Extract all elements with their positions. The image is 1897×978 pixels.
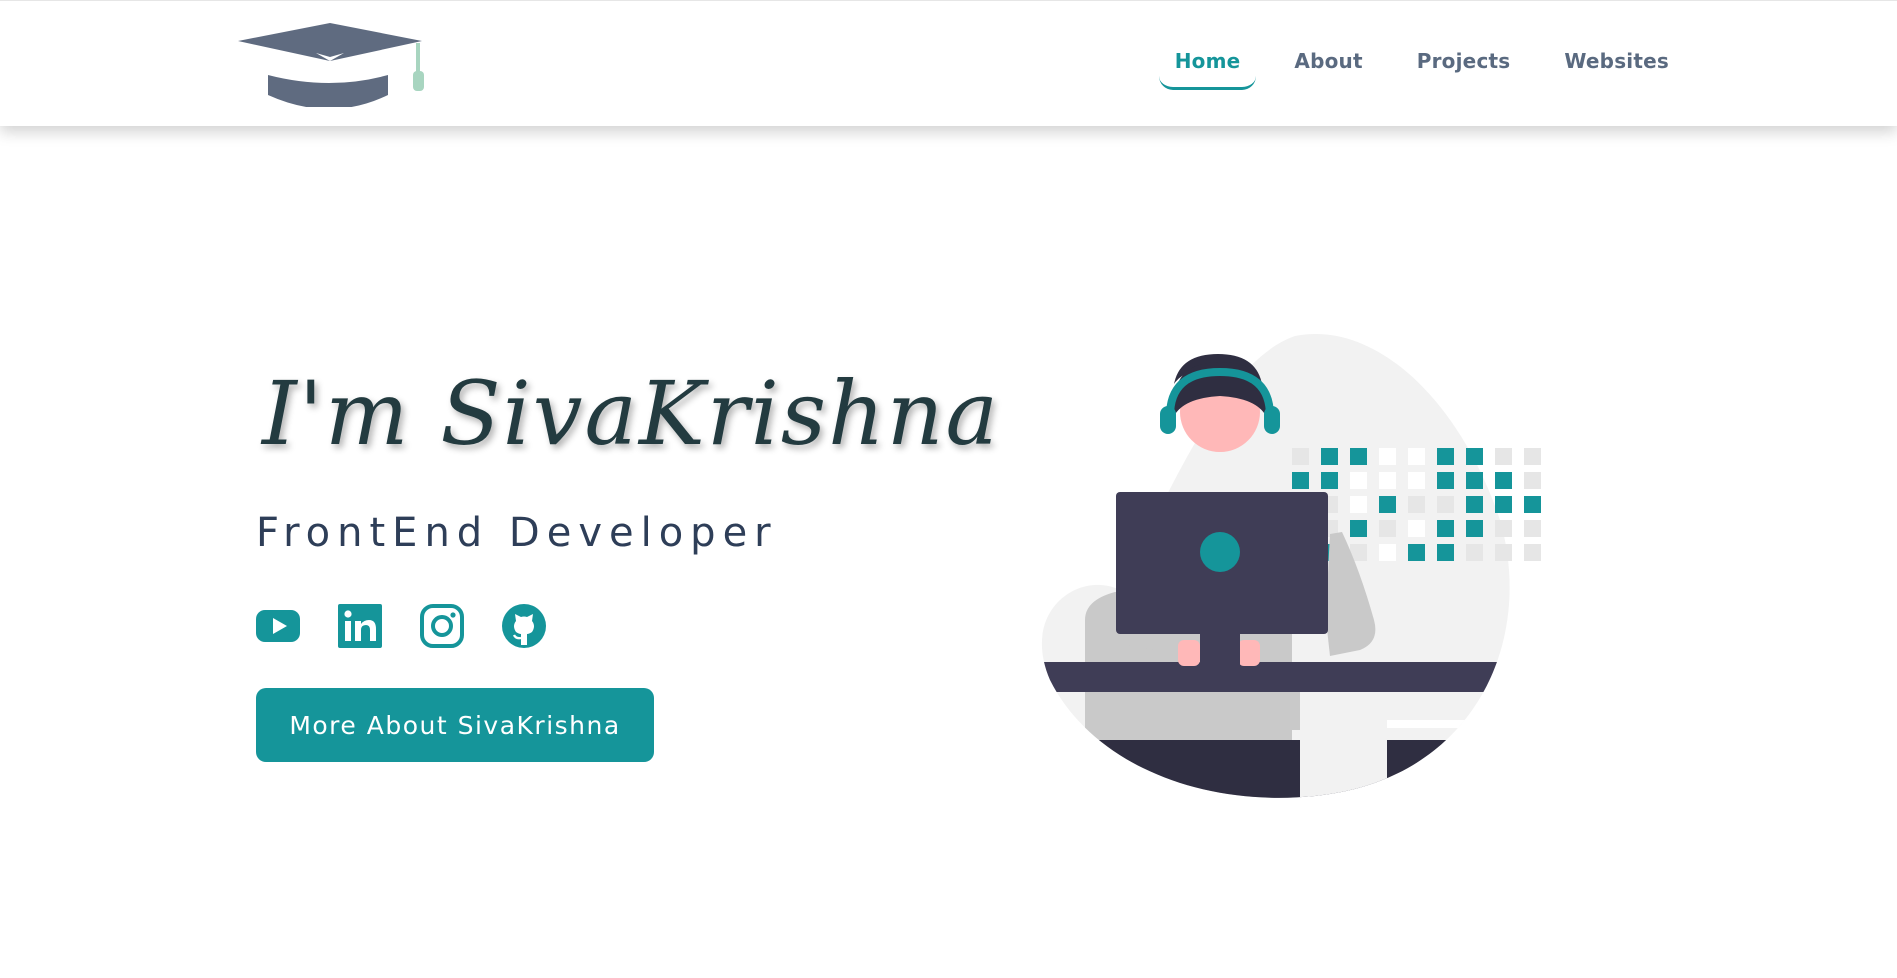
instagram-icon[interactable]	[420, 604, 464, 648]
pixel-grid	[1292, 448, 1541, 561]
site-header: Home About Projects Websites	[0, 0, 1897, 126]
more-about-button[interactable]: More About SivaKrishna	[256, 688, 654, 762]
github-icon[interactable]	[502, 604, 546, 648]
youtube-icon[interactable]	[256, 604, 300, 648]
nav-home[interactable]: Home	[1158, 49, 1257, 90]
hero-name: I'm SivaKrishna	[262, 362, 1000, 465]
hero-role: FrontEnd Developer	[256, 510, 778, 556]
social-links	[256, 604, 584, 648]
developer-illustration	[1041, 333, 1541, 798]
nav-projects[interactable]: Projects	[1413, 49, 1515, 87]
main-nav: Home About Projects Websites	[1125, 49, 1673, 90]
nav-about[interactable]: About	[1290, 49, 1366, 87]
graduation-cap-logo-icon[interactable]	[238, 19, 428, 107]
nav-websites[interactable]: Websites	[1560, 49, 1673, 87]
linkedin-icon[interactable]	[338, 604, 382, 648]
